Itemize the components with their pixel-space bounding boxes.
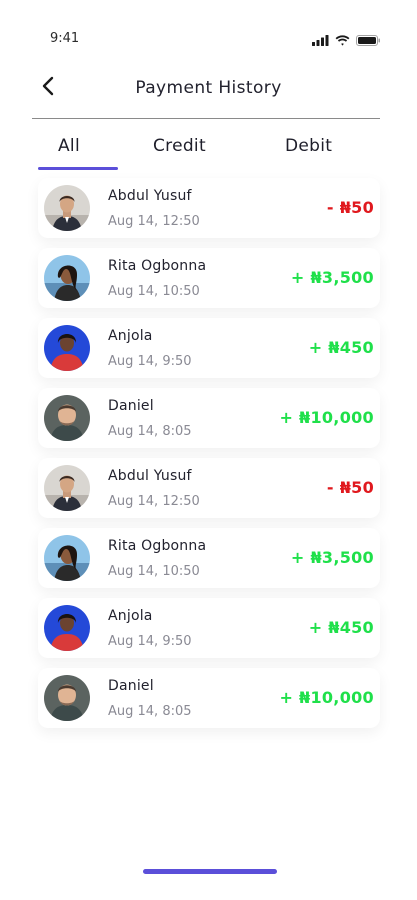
transaction-amount: + ₦10,000 xyxy=(279,688,374,707)
status-bar: 9:41 xyxy=(0,0,417,60)
transaction-row[interactable]: Abdul Yusuf Aug 14, 12:50 - ₦50 xyxy=(38,178,380,238)
transaction-amount: + ₦10,000 xyxy=(279,408,374,427)
avatar-anjola xyxy=(44,605,90,651)
transaction-amount: + ₦3,500 xyxy=(290,548,374,567)
transaction-row[interactable]: Anjola Aug 14, 9:50 + ₦450 xyxy=(38,318,380,378)
transaction-time: Aug 14, 12:50 xyxy=(108,214,200,229)
transaction-time: Aug 14, 10:50 xyxy=(108,284,200,299)
transaction-row[interactable]: Rita Ogbonna Aug 14, 10:50 + ₦3,500 xyxy=(38,248,380,308)
page-title: Payment History xyxy=(135,78,282,98)
avatar-anjola xyxy=(44,325,90,371)
tab-debit[interactable]: Debit xyxy=(285,136,332,156)
battery-icon xyxy=(356,31,381,50)
transaction-time: Aug 14, 8:05 xyxy=(108,424,192,439)
transaction-row[interactable]: Daniel Aug 14, 8:05 + ₦10,000 xyxy=(38,668,380,728)
transaction-time: Aug 14, 8:05 xyxy=(108,704,192,719)
avatar-daniel xyxy=(44,675,90,721)
transaction-amount: - ₦50 xyxy=(326,478,374,497)
payer-name: Daniel xyxy=(108,678,154,694)
signal-icon xyxy=(312,31,329,50)
avatar-rita xyxy=(44,535,90,581)
avatar-rita xyxy=(44,255,90,301)
avatar-daniel xyxy=(44,395,90,441)
wifi-icon xyxy=(335,31,350,50)
tab-all[interactable]: All xyxy=(58,136,80,156)
home-indicator[interactable] xyxy=(143,869,277,874)
payer-name: Rita Ogbonna xyxy=(108,258,207,274)
payer-name: Anjola xyxy=(108,608,153,624)
tab-credit[interactable]: Credit xyxy=(153,136,206,156)
payer-name: Daniel xyxy=(108,398,154,414)
transaction-row[interactable]: Anjola Aug 14, 9:50 + ₦450 xyxy=(38,598,380,658)
header-divider xyxy=(32,118,380,119)
avatar-abdul xyxy=(44,185,90,231)
transaction-row[interactable]: Abdul Yusuf Aug 14, 12:50 - ₦50 xyxy=(38,458,380,518)
transaction-row[interactable]: Daniel Aug 14, 8:05 + ₦10,000 xyxy=(38,388,380,448)
transaction-time: Aug 14, 9:50 xyxy=(108,354,192,369)
tab-bar: All Credit Debit xyxy=(32,130,380,170)
header: Payment History xyxy=(0,66,417,118)
transaction-row[interactable]: Rita Ogbonna Aug 14, 10:50 + ₦3,500 xyxy=(38,528,380,588)
transaction-amount: + ₦450 xyxy=(308,338,374,357)
avatar-abdul xyxy=(44,465,90,511)
transaction-time: Aug 14, 9:50 xyxy=(108,634,192,649)
payer-name: Abdul Yusuf xyxy=(108,468,192,484)
transaction-time: Aug 14, 10:50 xyxy=(108,564,200,579)
payer-name: Abdul Yusuf xyxy=(108,188,192,204)
transaction-amount: + ₦3,500 xyxy=(290,268,374,287)
transaction-amount: - ₦50 xyxy=(326,198,374,217)
active-tab-indicator xyxy=(38,167,118,170)
status-icons xyxy=(312,31,381,50)
transaction-list: Abdul Yusuf Aug 14, 12:50 - ₦50 Rita Ogb… xyxy=(38,178,380,738)
payer-name: Rita Ogbonna xyxy=(108,538,207,554)
payer-name: Anjola xyxy=(108,328,153,344)
transaction-time: Aug 14, 12:50 xyxy=(108,494,200,509)
transaction-amount: + ₦450 xyxy=(308,618,374,637)
status-time: 9:41 xyxy=(50,31,80,46)
